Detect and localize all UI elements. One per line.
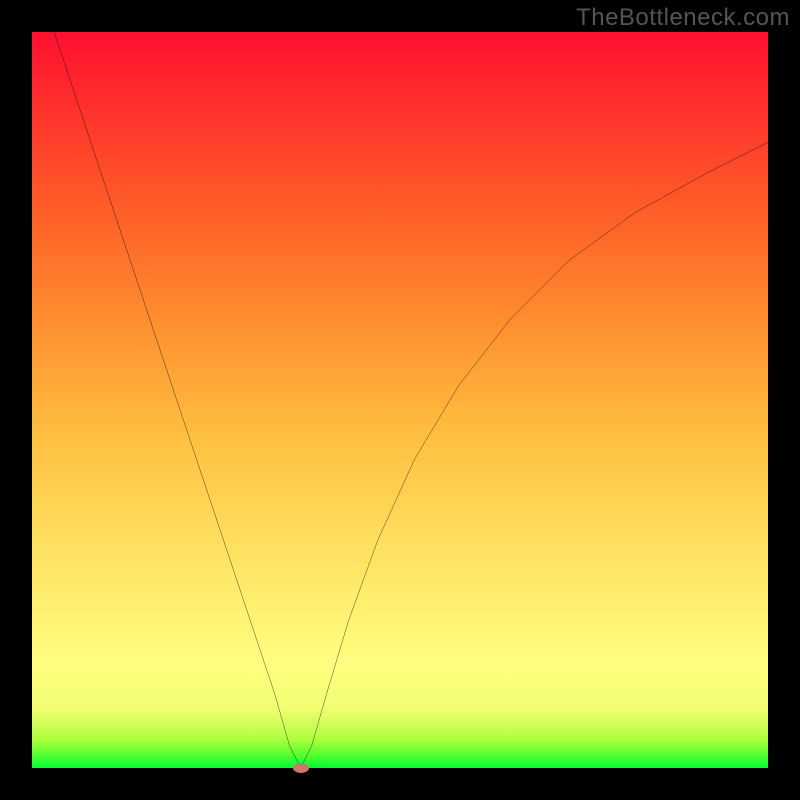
chart-frame: TheBottleneck.com <box>0 0 800 800</box>
plot-area <box>32 32 768 768</box>
bottleneck-curve <box>32 32 768 768</box>
watermark-label: TheBottleneck.com <box>576 4 790 32</box>
minimum-marker <box>293 763 309 773</box>
